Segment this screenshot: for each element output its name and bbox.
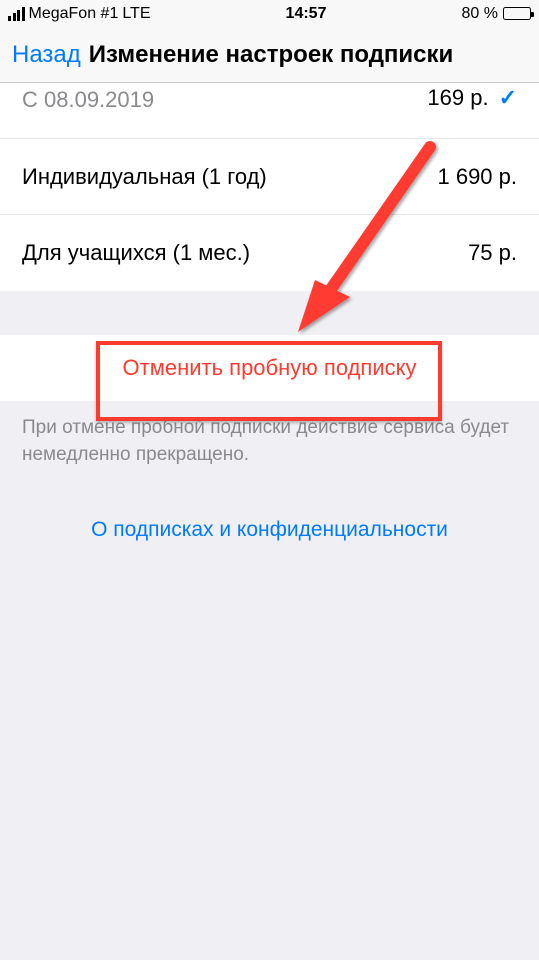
plan-row-student[interactable]: Для учащихся (1 мес.) 75 р.: [0, 215, 539, 291]
about-subscriptions-link[interactable]: О подписках и конфиденциальности: [0, 500, 539, 560]
plan-label: Индивидуальная (1 год): [22, 164, 267, 190]
plan-list: С 08.09.2019 169 р. ✓ Индивидуальная (1 …: [0, 83, 539, 291]
plan-price: 1 690 р.: [437, 164, 517, 190]
plan-from-date: С 08.09.2019: [22, 87, 154, 113]
plan-row-current[interactable]: С 08.09.2019 169 р. ✓: [0, 83, 539, 139]
status-left: MegaFon #1 LTE: [8, 5, 151, 23]
plan-price: 75 р.: [468, 240, 517, 266]
battery-icon: [503, 7, 531, 20]
section-gap: [0, 291, 539, 335]
status-bar: MegaFon #1 LTE 14:57 80 %: [0, 0, 539, 27]
plan-price: 169 р.: [427, 85, 488, 111]
battery-percent: 80 %: [462, 5, 498, 23]
nav-bar: Назад Изменение настроек подписки: [0, 27, 539, 83]
cancel-note: При отмене пробной подписки действие сер…: [0, 401, 539, 500]
carrier-label: MegaFon #1: [29, 5, 119, 23]
network-label: LTE: [122, 5, 150, 23]
checkmark-icon: ✓: [499, 85, 517, 111]
plan-label: Для учащихся (1 мес.): [22, 240, 250, 266]
back-button[interactable]: Назад: [12, 41, 81, 69]
cancel-section: Отменить пробную подписку: [0, 335, 539, 401]
plan-row-yearly[interactable]: Индивидуальная (1 год) 1 690 р.: [0, 139, 539, 215]
status-right: 80 %: [462, 5, 531, 23]
clock: 14:57: [286, 5, 327, 23]
signal-icon: [8, 7, 25, 21]
cancel-trial-button[interactable]: Отменить пробную подписку: [0, 335, 539, 401]
page-title: Изменение настроек подписки: [89, 41, 454, 69]
